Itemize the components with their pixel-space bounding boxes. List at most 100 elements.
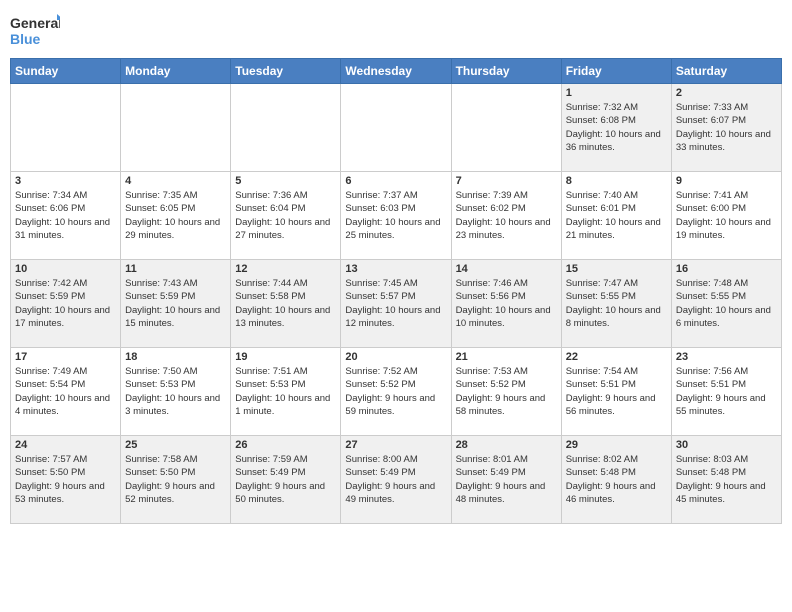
calendar-cell: 22 Sunrise: 7:54 AM Sunset: 5:51 PM Dayli… bbox=[561, 348, 671, 436]
cell-details: Sunrise: 7:56 AM Sunset: 5:51 PM Dayligh… bbox=[676, 365, 777, 418]
weekday-header-friday: Friday bbox=[561, 59, 671, 84]
week-row-4: 17 Sunrise: 7:49 AM Sunset: 5:54 PM Dayli… bbox=[11, 348, 782, 436]
calendar-cell: 28Sunrise: 8:01 AM Sunset: 5:49 PM Dayli… bbox=[451, 436, 561, 524]
weekday-header-sunday: Sunday bbox=[11, 59, 121, 84]
cell-details: Sunrise: 7:54 AM Sunset: 5:51 PM Dayligh… bbox=[566, 365, 667, 418]
calendar-cell bbox=[121, 84, 231, 172]
cell-details: Sunrise: 7:59 AM Sunset: 5:49 PM Dayligh… bbox=[235, 453, 336, 506]
calendar-cell bbox=[231, 84, 341, 172]
weekday-header-row: SundayMondayTuesdayWednesdayThursdayFrid… bbox=[11, 59, 782, 84]
weekday-header-thursday: Thursday bbox=[451, 59, 561, 84]
cell-details: Sunrise: 7:40 AM Sunset: 6:01 PM Dayligh… bbox=[566, 189, 667, 242]
page-header: General Blue bbox=[10, 10, 782, 50]
day-number: 24 bbox=[15, 439, 116, 451]
calendar-cell: 25 Sunrise: 7:58 AM Sunset: 5:50 PM Dayli… bbox=[121, 436, 231, 524]
calendar-cell: 15Sunrise: 7:47 AM Sunset: 5:55 PM Dayli… bbox=[561, 260, 671, 348]
cell-details: Sunrise: 7:36 AM Sunset: 6:04 PM Dayligh… bbox=[235, 189, 336, 242]
calendar-cell: 5 Sunrise: 7:36 AM Sunset: 6:04 PM Daylig… bbox=[231, 172, 341, 260]
logo-svg: General Blue bbox=[10, 10, 60, 50]
day-number: 22 bbox=[566, 351, 667, 363]
cell-details: Sunrise: 7:34 AM Sunset: 6:06 PM Dayligh… bbox=[15, 189, 116, 242]
cell-details: Sunrise: 7:37 AM Sunset: 6:03 PM Dayligh… bbox=[345, 189, 446, 242]
day-number: 8 bbox=[566, 175, 667, 187]
calendar-cell: 12Sunrise: 7:44 AM Sunset: 5:58 PM Dayli… bbox=[231, 260, 341, 348]
day-number: 19 bbox=[235, 351, 336, 363]
cell-details: Sunrise: 8:02 AM Sunset: 5:48 PM Dayligh… bbox=[566, 453, 667, 506]
cell-details: Sunrise: 7:58 AM Sunset: 5:50 PM Dayligh… bbox=[125, 453, 226, 506]
day-number: 26 bbox=[235, 439, 336, 451]
day-number: 25 bbox=[125, 439, 226, 451]
calendar-cell: 4 Sunrise: 7:35 AM Sunset: 6:05 PM Daylig… bbox=[121, 172, 231, 260]
calendar-cell: 10 Sunrise: 7:42 AM Sunset: 5:59 PM Dayli… bbox=[11, 260, 121, 348]
calendar-cell: 6Sunrise: 7:37 AM Sunset: 6:03 PM Daylig… bbox=[341, 172, 451, 260]
day-number: 11 bbox=[125, 263, 226, 275]
calendar-cell: 14 Sunrise: 7:46 AM Sunset: 5:56 PM Dayli… bbox=[451, 260, 561, 348]
calendar-cell: 24 Sunrise: 7:57 AM Sunset: 5:50 PM Dayli… bbox=[11, 436, 121, 524]
weekday-header-wednesday: Wednesday bbox=[341, 59, 451, 84]
day-number: 29 bbox=[566, 439, 667, 451]
cell-details: Sunrise: 8:03 AM Sunset: 5:48 PM Dayligh… bbox=[676, 453, 777, 506]
day-number: 7 bbox=[456, 175, 557, 187]
calendar-cell: 17 Sunrise: 7:49 AM Sunset: 5:54 PM Dayli… bbox=[11, 348, 121, 436]
calendar-cell: 11 Sunrise: 7:43 AM Sunset: 5:59 PM Dayli… bbox=[121, 260, 231, 348]
day-number: 17 bbox=[15, 351, 116, 363]
cell-details: Sunrise: 7:42 AM Sunset: 5:59 PM Dayligh… bbox=[15, 277, 116, 330]
week-row-2: 3 Sunrise: 7:34 AM Sunset: 6:06 PM Daylig… bbox=[11, 172, 782, 260]
calendar-cell: 29 Sunrise: 8:02 AM Sunset: 5:48 PM Dayli… bbox=[561, 436, 671, 524]
cell-details: Sunrise: 7:43 AM Sunset: 5:59 PM Dayligh… bbox=[125, 277, 226, 330]
cell-details: Sunrise: 7:35 AM Sunset: 6:05 PM Dayligh… bbox=[125, 189, 226, 242]
calendar-cell: 30 Sunrise: 8:03 AM Sunset: 5:48 PM Dayli… bbox=[671, 436, 781, 524]
calendar-cell: 13 Sunrise: 7:45 AM Sunset: 5:57 PM Dayli… bbox=[341, 260, 451, 348]
day-number: 20 bbox=[345, 351, 446, 363]
day-number: 10 bbox=[15, 263, 116, 275]
calendar-cell bbox=[451, 84, 561, 172]
day-number: 30 bbox=[676, 439, 777, 451]
day-number: 13 bbox=[345, 263, 446, 275]
svg-text:General: General bbox=[10, 15, 60, 31]
day-number: 3 bbox=[15, 175, 116, 187]
calendar-cell bbox=[11, 84, 121, 172]
calendar-cell: 18Sunrise: 7:50 AM Sunset: 5:53 PM Dayli… bbox=[121, 348, 231, 436]
day-number: 21 bbox=[456, 351, 557, 363]
calendar-cell: 8 Sunrise: 7:40 AM Sunset: 6:01 PM Daylig… bbox=[561, 172, 671, 260]
calendar-cell: 19 Sunrise: 7:51 AM Sunset: 5:53 PM Dayli… bbox=[231, 348, 341, 436]
weekday-header-saturday: Saturday bbox=[671, 59, 781, 84]
cell-details: Sunrise: 8:00 AM Sunset: 5:49 PM Dayligh… bbox=[345, 453, 446, 506]
cell-details: Sunrise: 8:01 AM Sunset: 5:49 PM Dayligh… bbox=[456, 453, 557, 506]
cell-details: Sunrise: 7:53 AM Sunset: 5:52 PM Dayligh… bbox=[456, 365, 557, 418]
cell-details: Sunrise: 7:57 AM Sunset: 5:50 PM Dayligh… bbox=[15, 453, 116, 506]
week-row-3: 10 Sunrise: 7:42 AM Sunset: 5:59 PM Dayli… bbox=[11, 260, 782, 348]
cell-details: Sunrise: 7:41 AM Sunset: 6:00 PM Dayligh… bbox=[676, 189, 777, 242]
day-number: 16 bbox=[676, 263, 777, 275]
cell-details: Sunrise: 7:49 AM Sunset: 5:54 PM Dayligh… bbox=[15, 365, 116, 418]
logo: General Blue bbox=[10, 10, 60, 50]
week-row-1: 1 Sunrise: 7:32 AM Sunset: 6:08 PM Daylig… bbox=[11, 84, 782, 172]
calendar-cell: 23Sunrise: 7:56 AM Sunset: 5:51 PM Dayli… bbox=[671, 348, 781, 436]
cell-details: Sunrise: 7:46 AM Sunset: 5:56 PM Dayligh… bbox=[456, 277, 557, 330]
day-number: 27 bbox=[345, 439, 446, 451]
weekday-header-monday: Monday bbox=[121, 59, 231, 84]
day-number: 4 bbox=[125, 175, 226, 187]
cell-details: Sunrise: 7:44 AM Sunset: 5:58 PM Dayligh… bbox=[235, 277, 336, 330]
weekday-header-tuesday: Tuesday bbox=[231, 59, 341, 84]
calendar-cell: 3 Sunrise: 7:34 AM Sunset: 6:06 PM Daylig… bbox=[11, 172, 121, 260]
cell-details: Sunrise: 7:32 AM Sunset: 6:08 PM Dayligh… bbox=[566, 101, 667, 154]
week-row-5: 24 Sunrise: 7:57 AM Sunset: 5:50 PM Dayli… bbox=[11, 436, 782, 524]
cell-details: Sunrise: 7:51 AM Sunset: 5:53 PM Dayligh… bbox=[235, 365, 336, 418]
calendar-cell: 21 Sunrise: 7:53 AM Sunset: 5:52 PM Dayli… bbox=[451, 348, 561, 436]
day-number: 9 bbox=[676, 175, 777, 187]
day-number: 14 bbox=[456, 263, 557, 275]
calendar-cell: 1 Sunrise: 7:32 AM Sunset: 6:08 PM Daylig… bbox=[561, 84, 671, 172]
calendar-cell: 20 Sunrise: 7:52 AM Sunset: 5:52 PM Dayli… bbox=[341, 348, 451, 436]
day-number: 5 bbox=[235, 175, 336, 187]
day-number: 2 bbox=[676, 87, 777, 99]
cell-details: Sunrise: 7:45 AM Sunset: 5:57 PM Dayligh… bbox=[345, 277, 446, 330]
day-number: 1 bbox=[566, 87, 667, 99]
day-number: 18 bbox=[125, 351, 226, 363]
day-number: 15 bbox=[566, 263, 667, 275]
calendar-cell bbox=[341, 84, 451, 172]
calendar-table: SundayMondayTuesdayWednesdayThursdayFrid… bbox=[10, 58, 782, 524]
cell-details: Sunrise: 7:52 AM Sunset: 5:52 PM Dayligh… bbox=[345, 365, 446, 418]
calendar-cell: 9 Sunrise: 7:41 AM Sunset: 6:00 PM Daylig… bbox=[671, 172, 781, 260]
cell-details: Sunrise: 7:48 AM Sunset: 5:55 PM Dayligh… bbox=[676, 277, 777, 330]
